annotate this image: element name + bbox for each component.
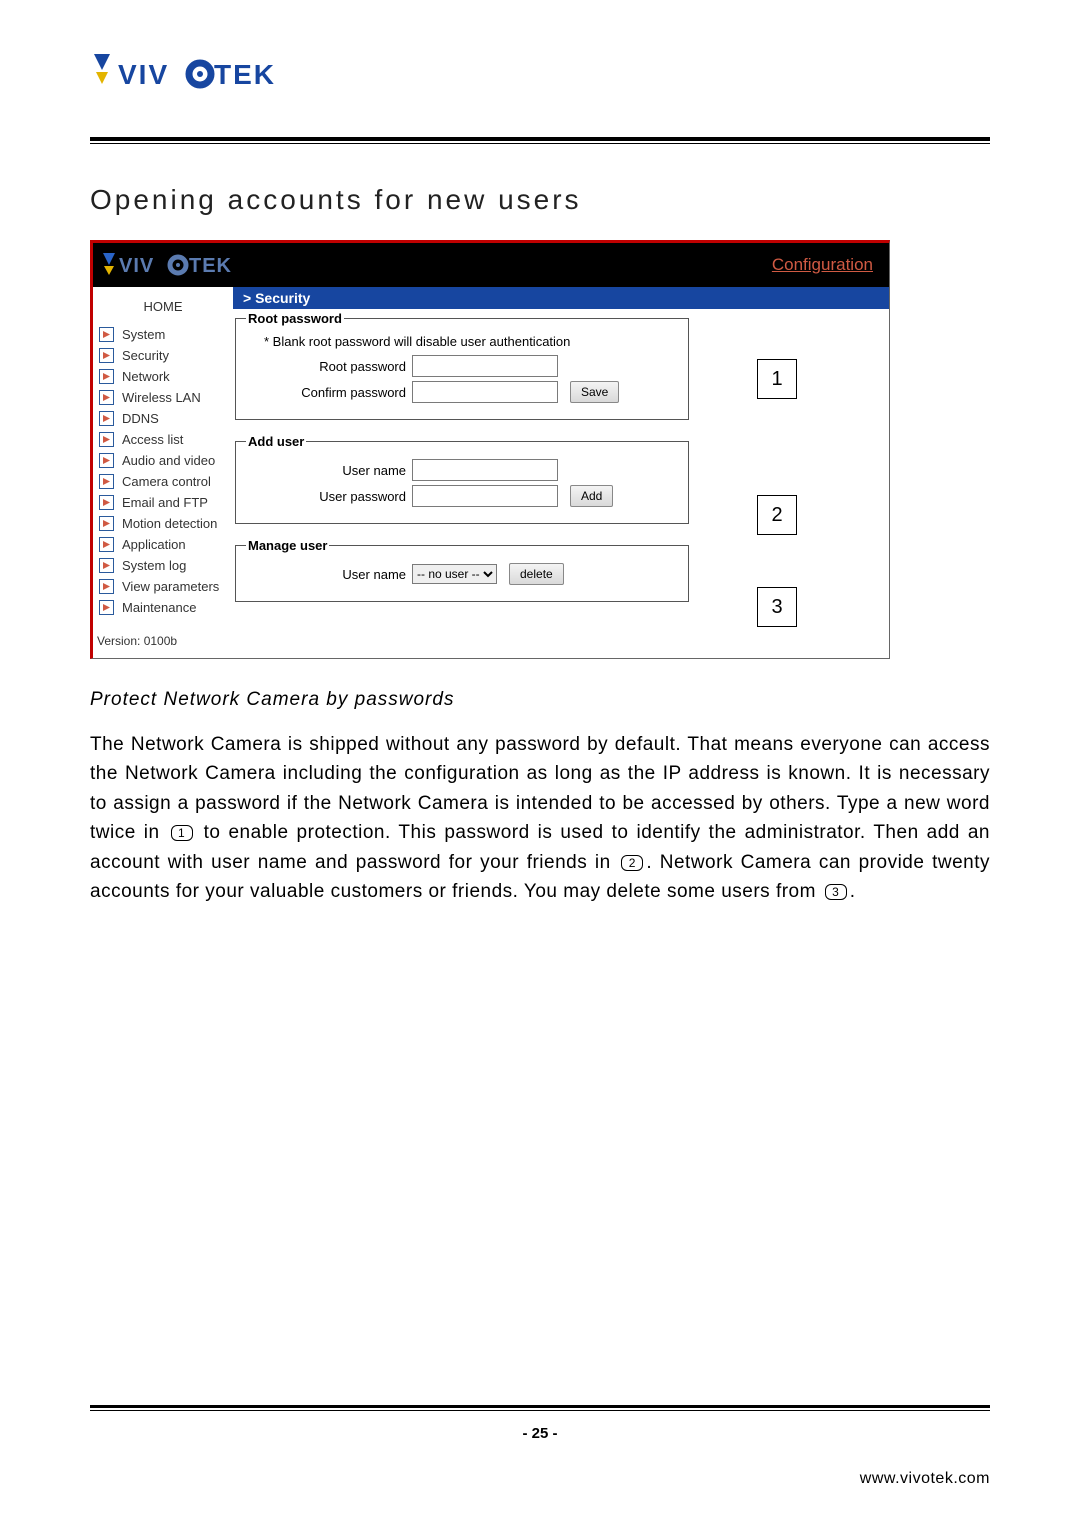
config-screenshot: VIV TEK Configuration HOME System Securi… xyxy=(90,240,890,659)
breadcrumb: > Security xyxy=(233,287,889,309)
add-button[interactable]: Add xyxy=(570,485,613,507)
callout-3: 3 xyxy=(757,587,797,627)
header-rule xyxy=(90,137,990,144)
section-heading: Opening accounts for new users xyxy=(90,184,990,216)
sidebar-item-viewparams[interactable]: View parameters xyxy=(93,576,233,597)
sidebar-item-label: Network xyxy=(122,369,170,384)
user-password-input[interactable] xyxy=(412,485,558,507)
arrow-right-icon xyxy=(99,537,114,552)
arrow-right-icon xyxy=(99,390,114,405)
brand-logo-header: VIV TEK xyxy=(90,50,990,107)
page-number: - 25 - xyxy=(90,1425,990,1442)
svg-text:VIV: VIV xyxy=(118,59,169,90)
sidebar-item-motion[interactable]: Motion detection xyxy=(93,513,233,534)
footer-url: www.vivotek.com xyxy=(90,1470,990,1488)
sidebar: HOME System Security Network Wireless LA… xyxy=(93,287,233,658)
ref-callout-2: 2 xyxy=(621,855,643,871)
arrow-right-icon xyxy=(99,516,114,531)
arrow-right-icon xyxy=(99,348,114,363)
manage-user-select[interactable]: -- no user -- xyxy=(412,564,497,584)
arrow-right-icon xyxy=(99,453,114,468)
panel-legend: Manage user xyxy=(246,538,329,553)
sidebar-item-maintenance[interactable]: Maintenance xyxy=(93,597,233,618)
root-password-note: * Blank root password will disable user … xyxy=(264,334,678,349)
sidebar-item-label: Application xyxy=(122,537,186,552)
content-area: > Security Root password * Blank root pa… xyxy=(233,287,889,636)
sidebar-item-system[interactable]: System xyxy=(93,324,233,345)
save-button[interactable]: Save xyxy=(570,381,619,403)
firmware-version: Version: 0100b xyxy=(93,618,233,648)
sidebar-item-application[interactable]: Application xyxy=(93,534,233,555)
sidebar-item-security[interactable]: Security xyxy=(93,345,233,366)
sidebar-item-camera[interactable]: Camera control xyxy=(93,471,233,492)
ref-callout-3: 3 xyxy=(825,884,847,900)
delete-button[interactable]: delete xyxy=(509,563,564,585)
arrow-right-icon xyxy=(99,411,114,426)
panel-legend: Add user xyxy=(246,434,306,449)
footer-rule xyxy=(90,1405,990,1411)
panel-legend: Root password xyxy=(246,311,344,326)
sidebar-item-label: Wireless LAN xyxy=(122,390,201,405)
arrow-right-icon xyxy=(99,369,114,384)
vivotek-logo-small-icon: VIV TEK xyxy=(101,251,241,279)
page: VIV TEK Opening accounts for new users V… xyxy=(0,0,1080,1528)
sidebar-home[interactable]: HOME xyxy=(93,293,233,324)
callout-2: 2 xyxy=(757,495,797,535)
arrow-right-icon xyxy=(99,474,114,489)
sidebar-item-label: Audio and video xyxy=(122,453,215,468)
arrow-right-icon xyxy=(99,600,114,615)
user-password-label: User password xyxy=(246,489,406,504)
sidebar-item-syslog[interactable]: System log xyxy=(93,555,233,576)
confirm-password-label: Confirm password xyxy=(246,385,406,400)
subheading: Protect Network Camera by passwords xyxy=(90,689,990,711)
sidebar-item-accesslist[interactable]: Access list xyxy=(93,429,233,450)
sidebar-item-wlan[interactable]: Wireless LAN xyxy=(93,387,233,408)
sidebar-item-network[interactable]: Network xyxy=(93,366,233,387)
arrow-right-icon xyxy=(99,495,114,510)
vivotek-logo-icon: VIV TEK xyxy=(90,50,300,102)
username-label: User name xyxy=(246,463,406,478)
sidebar-item-ddns[interactable]: DDNS xyxy=(93,408,233,429)
root-password-label: Root password xyxy=(246,359,406,374)
svg-text:TEK: TEK xyxy=(189,255,232,277)
panel-root-password: Root password * Blank root password will… xyxy=(235,311,689,420)
panel-manage-user: Manage user User name -- no user -- dele… xyxy=(235,538,689,602)
sidebar-item-label: Access list xyxy=(122,432,183,447)
body-paragraph: The Network Camera is shipped without an… xyxy=(90,730,990,907)
confirm-password-input[interactable] xyxy=(412,381,558,403)
ref-callout-1: 1 xyxy=(171,825,193,841)
svg-text:TEK: TEK xyxy=(214,59,276,90)
configuration-link[interactable]: Configuration xyxy=(772,255,873,275)
sidebar-item-label: Motion detection xyxy=(122,516,217,531)
sidebar-item-av[interactable]: Audio and video xyxy=(93,450,233,471)
sidebar-item-label: DDNS xyxy=(122,411,159,426)
username-input[interactable] xyxy=(412,459,558,481)
sidebar-item-label: Camera control xyxy=(122,474,211,489)
screenshot-titlebar: VIV TEK Configuration xyxy=(93,243,889,287)
sidebar-item-label: System xyxy=(122,327,165,342)
manage-username-label: User name xyxy=(246,567,406,582)
panel-add-user: Add user User name User password Add xyxy=(235,434,689,524)
sidebar-item-label: View parameters xyxy=(122,579,219,594)
arrow-right-icon xyxy=(99,558,114,573)
arrow-right-icon xyxy=(99,432,114,447)
arrow-right-icon xyxy=(99,579,114,594)
root-password-input[interactable] xyxy=(412,355,558,377)
sidebar-item-label: Maintenance xyxy=(122,600,196,615)
sidebar-item-label: Security xyxy=(122,348,169,363)
arrow-right-icon xyxy=(99,327,114,342)
sidebar-item-label: System log xyxy=(122,558,186,573)
sidebar-item-emailftp[interactable]: Email and FTP xyxy=(93,492,233,513)
svg-text:VIV: VIV xyxy=(119,255,154,277)
page-footer: - 25 - www.vivotek.com xyxy=(90,1405,990,1488)
callout-1: 1 xyxy=(757,359,797,399)
sidebar-item-label: Email and FTP xyxy=(122,495,208,510)
